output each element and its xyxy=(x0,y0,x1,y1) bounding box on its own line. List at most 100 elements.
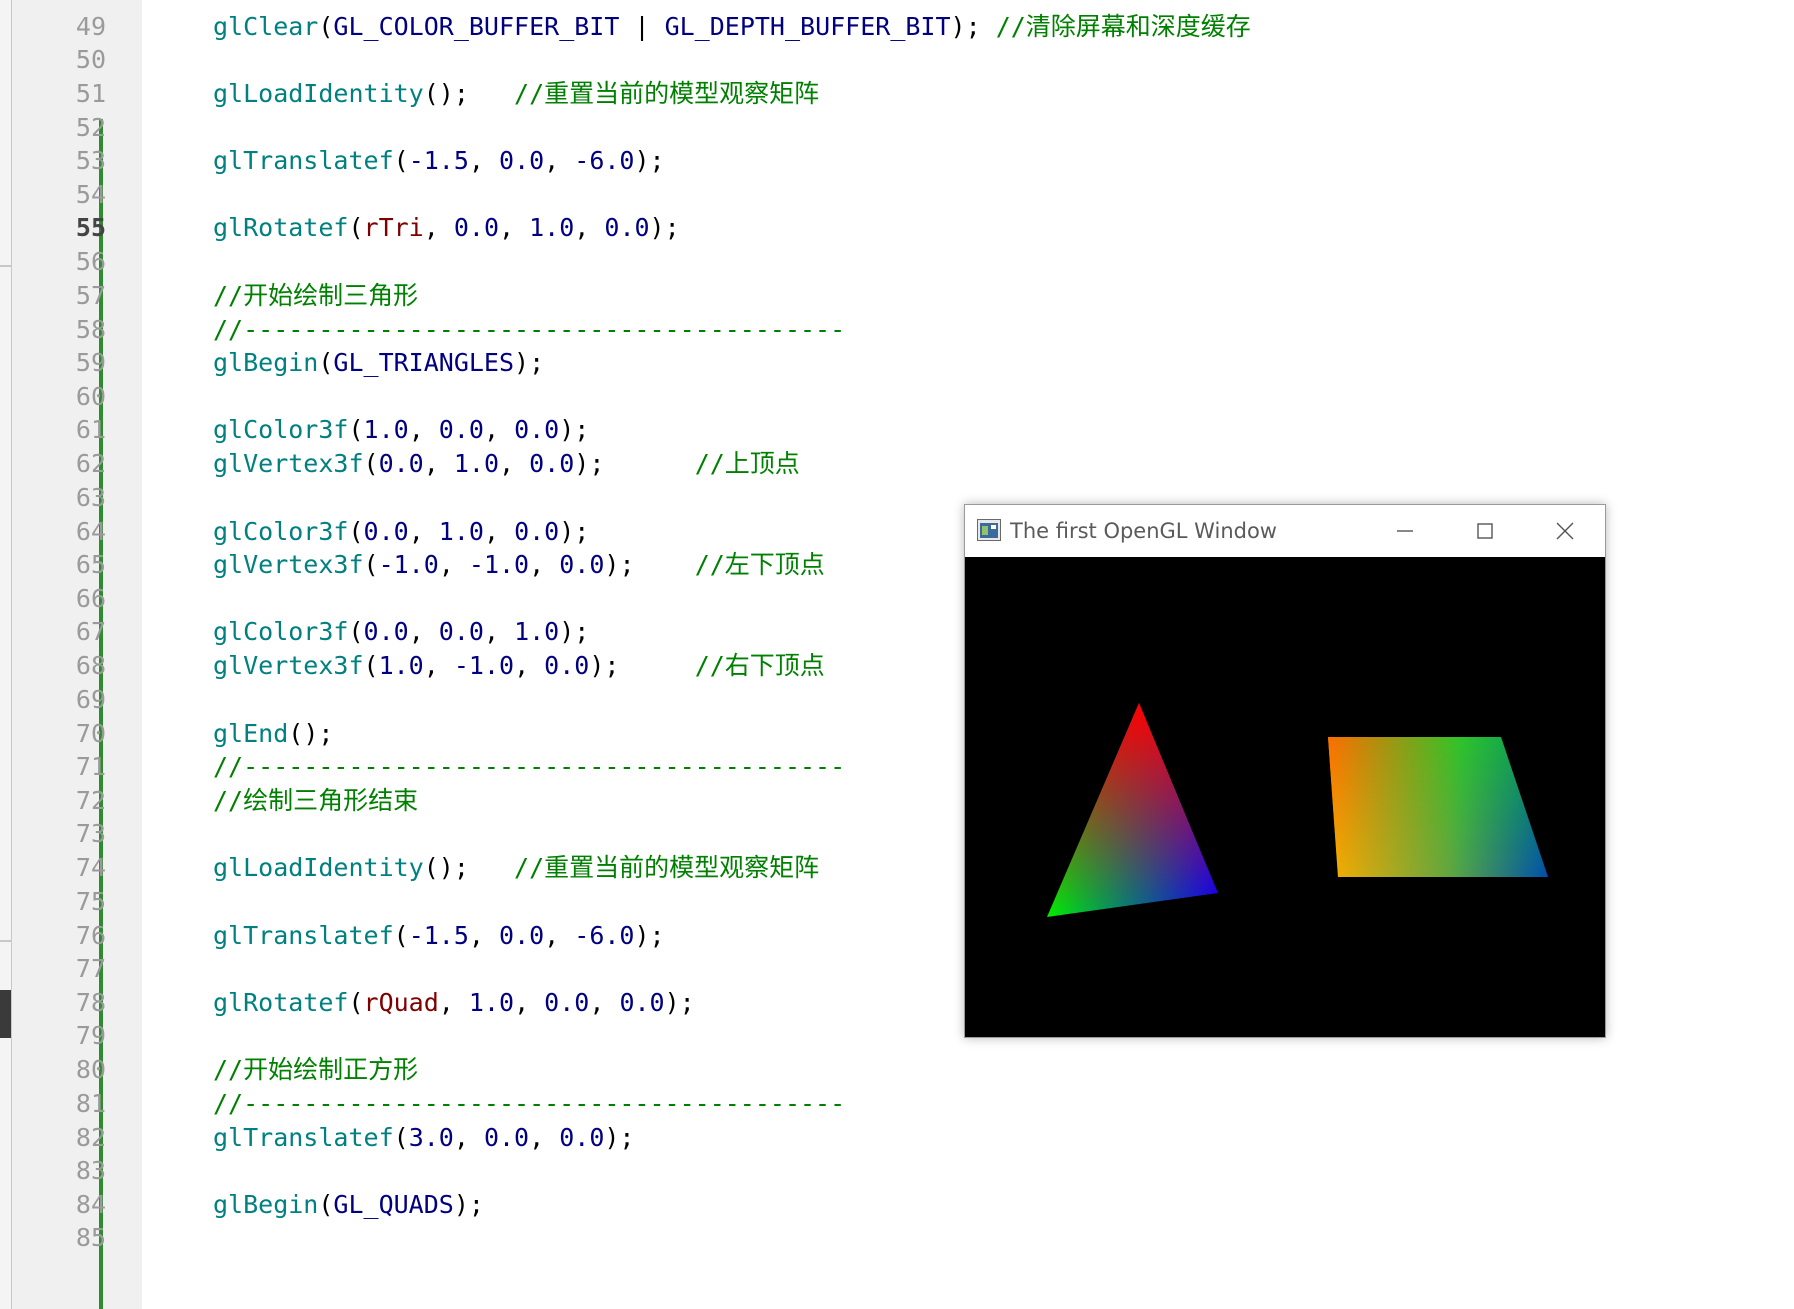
code-token: 1.0 xyxy=(363,415,409,444)
code-line[interactable]: 58 //------------------------------------… xyxy=(76,313,1794,347)
code-text: glColor3f(0.0, 0.0, 1.0); xyxy=(213,615,589,649)
code-line[interactable]: 51 glLoadIdentity(); //重置当前的模型观察矩阵 xyxy=(76,77,1794,111)
code-token: ); xyxy=(649,213,680,242)
code-token: glLoadIdentity xyxy=(213,79,424,108)
code-line[interactable]: 49 glClear(GL_COLOR_BUFFER_BIT | GL_DEPTH… xyxy=(76,10,1794,44)
code-text: //绘制三角形结束 xyxy=(213,784,418,818)
opengl-render xyxy=(1047,703,1548,917)
code-token: ( xyxy=(348,617,364,646)
opengl-canvas[interactable] xyxy=(965,557,1605,1037)
code-token: //开始绘制正方形 xyxy=(213,1055,419,1084)
code-line[interactable]: 52 xyxy=(76,111,1794,145)
code-text: glTranslatef(3.0, 0.0, 0.0); xyxy=(213,1121,634,1155)
code-token: 0.0 xyxy=(378,449,424,478)
code-line[interactable]: 60 xyxy=(76,380,1794,414)
code-token: 1.0 xyxy=(468,988,515,1017)
code-token: 0.0 xyxy=(514,517,560,546)
code-text: //开始绘制三角形 xyxy=(213,279,418,313)
line-number: 74 xyxy=(75,853,106,882)
code-token: 0.0 xyxy=(453,213,500,242)
code-line[interactable]: 82 glTranslatef(3.0, 0.0, 0.0); xyxy=(76,1121,1794,1155)
code-token: glColor3f xyxy=(213,617,349,646)
maximize-button[interactable] xyxy=(1445,505,1525,557)
code-token: ( xyxy=(348,988,364,1017)
code-token: , xyxy=(468,146,500,175)
code-text: glLoadIdentity(); //重置当前的模型观察矩阵 xyxy=(213,851,819,885)
code-text: glLoadIdentity(); //重置当前的模型观察矩阵 xyxy=(213,77,819,111)
code-token: 0.0 xyxy=(438,415,484,444)
code-token: 0.0 xyxy=(483,1123,530,1152)
code-text: glBegin(GL_QUADS); xyxy=(213,1188,484,1222)
code-token: ); xyxy=(634,146,665,175)
line-number: 57 xyxy=(75,281,106,310)
code-token: ); xyxy=(559,617,590,646)
line-number: 61 xyxy=(75,415,106,444)
code-text: //--------------------------------------… xyxy=(213,313,845,347)
code-token: //重置当前的模型观察矩阵 xyxy=(514,853,820,882)
code-token: glRotatef xyxy=(213,213,349,242)
code-token: ( xyxy=(363,449,379,478)
line-number: 53 xyxy=(75,146,106,175)
code-token: ); xyxy=(604,550,695,579)
code-line[interactable]: 83 xyxy=(76,1154,1794,1188)
code-token: , xyxy=(408,517,439,546)
code-token: 0.0 xyxy=(499,921,545,950)
line-number: 85 xyxy=(75,1223,106,1252)
line-number: 71 xyxy=(75,752,106,781)
line-number: 70 xyxy=(75,719,106,748)
code-token: -1.0 xyxy=(378,550,439,579)
minimize-button[interactable] xyxy=(1365,505,1445,557)
line-number: 65 xyxy=(75,550,106,579)
code-token: , xyxy=(574,213,605,242)
code-token: ( xyxy=(393,921,409,950)
code-token: GL_DEPTH_BUFFER_BIT xyxy=(664,12,951,41)
code-line[interactable]: 81 //------------------------------------… xyxy=(76,1087,1794,1121)
code-line[interactable]: 85 xyxy=(76,1221,1794,1255)
code-token: , xyxy=(514,988,545,1017)
code-line[interactable]: 62 glVertex3f(0.0, 1.0, 0.0); //上顶点 xyxy=(76,447,1794,481)
code-token: ); xyxy=(514,348,545,377)
code-text: glVertex3f(1.0, -1.0, 0.0); //右下顶点 xyxy=(213,649,825,683)
code-text: glRotatef(rQuad, 1.0, 0.0, 0.0); xyxy=(213,986,695,1020)
close-button[interactable] xyxy=(1525,505,1605,557)
line-number: 72 xyxy=(75,786,106,815)
code-token: glLoadIdentity xyxy=(213,853,424,882)
code-line[interactable]: 84 glBegin(GL_QUADS); xyxy=(76,1188,1794,1222)
code-token: glRotatef xyxy=(213,988,349,1017)
code-token: , xyxy=(423,449,454,478)
line-number: 60 xyxy=(75,382,106,411)
code-line[interactable]: 61 glColor3f(1.0, 0.0, 0.0); xyxy=(76,413,1794,447)
code-text: glVertex3f(0.0, 1.0, 0.0); //上顶点 xyxy=(213,447,800,481)
code-line[interactable]: 50 xyxy=(76,43,1794,77)
code-line[interactable]: 53 glTranslatef(-1.5, 0.0, -6.0); xyxy=(76,144,1794,178)
code-token: 0.0 xyxy=(438,617,484,646)
code-token: ); xyxy=(453,1190,484,1219)
code-token: , xyxy=(529,1123,560,1152)
code-line[interactable]: 57 //开始绘制三角形 xyxy=(76,279,1794,313)
code-token: , xyxy=(544,921,575,950)
code-token: 0.0 xyxy=(363,517,409,546)
code-token: , xyxy=(423,213,454,242)
code-line[interactable]: 55 glRotatef(rTri, 0.0, 1.0, 0.0); xyxy=(76,211,1794,245)
code-token: glColor3f xyxy=(213,415,349,444)
code-token: glColor3f xyxy=(213,517,349,546)
window-titlebar[interactable]: The first OpenGL Window xyxy=(965,505,1605,557)
line-number: 58 xyxy=(75,315,106,344)
code-line[interactable]: 56 xyxy=(76,245,1794,279)
code-token: 1.0 xyxy=(438,517,484,546)
line-number: 69 xyxy=(75,685,106,714)
opengl-window[interactable]: The first OpenGL Window xyxy=(964,504,1606,1038)
code-line[interactable]: 59 glBegin(GL_TRIANGLES); xyxy=(76,346,1794,380)
code-token: ( xyxy=(363,651,379,680)
code-token: 1.0 xyxy=(453,449,499,478)
code-text: glRotatef(rTri, 0.0, 1.0, 0.0); xyxy=(213,211,680,245)
code-token: ); xyxy=(664,988,695,1017)
code-text: glColor3f(0.0, 1.0, 0.0); xyxy=(213,515,589,549)
code-line[interactable]: 80 //开始绘制正方形 xyxy=(76,1053,1794,1087)
code-token: , xyxy=(438,988,469,1017)
line-number: 51 xyxy=(75,79,106,108)
code-line[interactable]: 54 xyxy=(76,178,1794,212)
line-number: 84 xyxy=(75,1190,106,1219)
code-token: ); xyxy=(574,449,695,478)
line-number: 59 xyxy=(75,348,106,377)
